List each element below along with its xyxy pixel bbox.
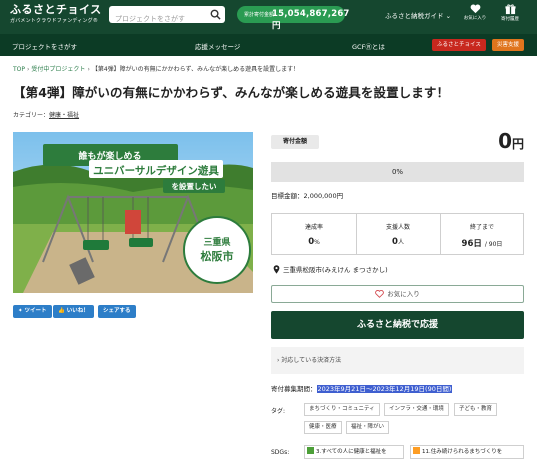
guide-link[interactable]: ふるさと納税ガイド ⌄ — [385, 10, 451, 20]
image-city: 松阪市 — [201, 249, 234, 263]
favorite-button[interactable]: お気に入り — [271, 285, 524, 303]
category-link[interactable]: 健康・福祉 — [49, 112, 79, 119]
stat-achievement: 達成率 0% — [304, 224, 323, 247]
image-caption-main: ユニバーサルデザイン遊具 — [93, 164, 219, 177]
tags-label: タグ: — [271, 408, 286, 415]
donation-amount: 0円 — [498, 129, 524, 153]
total-donation-badge: 累計寄付金額 15,054,867,267円 — [237, 6, 349, 31]
nav-item-messages[interactable]: 応援メッセージ — [195, 41, 240, 51]
sdg-item-11[interactable]: 11.住み続けられるまちづくりを — [410, 445, 524, 459]
history-link[interactable]: 寄付履歴 — [497, 4, 523, 22]
stat-remaining: 終了まで 96日 / 90日 — [461, 224, 503, 249]
heart-icon — [470, 4, 480, 14]
search-box — [109, 6, 225, 28]
category: カテゴリー：健康・福祉 — [13, 112, 80, 119]
nav-item-about-gcf[interactable]: GCFⓇとは — [352, 41, 385, 51]
sdg-item-3[interactable]: 3.すべての人に健康と福祉を — [304, 445, 404, 459]
breadcrumb-projects[interactable]: 受付中プロジェクト — [31, 66, 85, 73]
period-value: 2023年9月21日～2023年12月19日(90日間) — [316, 385, 453, 393]
tag-item[interactable]: インフラ・交通・環境 — [384, 403, 449, 416]
tweet-button[interactable]: ✦ ツイート — [13, 305, 52, 318]
nav-badge-choice[interactable]: ふるさとチョイス — [432, 39, 486, 51]
location-text: 三重県松阪市(みえけん まつさかし) — [283, 266, 388, 274]
tag-item[interactable]: まちづくり・コミュニティ — [304, 403, 380, 416]
share-button[interactable]: シェアする — [98, 305, 136, 318]
location: 三重県松阪市(みえけん まつさかし) — [273, 264, 388, 274]
logo-subtitle: ガバメントクラウドファンディング® — [10, 18, 99, 24]
progress-text: 0% — [391, 168, 404, 176]
bird-icon: ✦ — [18, 308, 23, 314]
breadcrumb-current: 【第4弾】障がいの有無にかかわらず、みんなが楽しめる遊具を設置します！ — [91, 66, 300, 73]
chevron-down-icon: ⌄ — [445, 12, 452, 20]
donation-period: 寄付募集期間：2023年9月21日～2023年12月19日(90日間) — [271, 385, 453, 393]
goal-amount: 目標金額：2,000,000円 — [271, 192, 344, 200]
gift-icon — [504, 4, 516, 15]
site-logo[interactable]: ふるさとチョイス ガバメントクラウドファンディング® — [10, 3, 102, 25]
page-title: 【第4弾】障がいの有無にかかわらず、みんなが楽しめる遊具を設置します！ — [13, 85, 450, 100]
logo-title: ふるさとチョイス — [10, 3, 102, 16]
donate-button[interactable]: ふるさと納税で応援 — [271, 311, 524, 339]
donation-label: 寄付金額 — [271, 135, 319, 149]
favorites-link[interactable]: お気に入り — [462, 4, 488, 21]
thumbs-up-icon: 👍 — [58, 308, 65, 314]
progress-bar: 0% — [271, 162, 524, 182]
search-input[interactable] — [109, 10, 204, 28]
nav-item-search-projects[interactable]: プロジェクトをさがす — [12, 41, 77, 51]
image-pref: 三重県 — [203, 236, 230, 248]
tag-item[interactable]: 子ども・教育 — [454, 403, 498, 416]
project-image: 誰もが楽しめる ユニバーサルデザイン遊具 を設置したい 三重県 松阪市 — [13, 132, 253, 293]
stat-supporters: 支援人数 0人 — [385, 224, 410, 247]
map-pin-icon — [273, 265, 280, 274]
payment-methods-toggle[interactable]: › 対応している決済方法 — [271, 347, 524, 374]
site-header: ふるさとチョイス ガバメントクラウドファンディング® 累計寄付金額 15,054… — [0, 0, 537, 34]
tag-item[interactable]: 福祉・障がい — [346, 421, 390, 434]
breadcrumb: TOP › 受付中プロジェクト › 【第4弾】障がいの有無にかかわらず、みんなが楽しめる… — [13, 66, 300, 73]
heart-outline-icon — [375, 290, 385, 298]
image-caption-sub: を設置したい — [172, 181, 217, 191]
nav-badge-disaster[interactable]: 災害支援 — [492, 39, 525, 51]
breadcrumb-top[interactable]: TOP — [13, 66, 25, 73]
total-amount: 15,054,867,267円 — [272, 9, 350, 31]
search-icon[interactable] — [210, 9, 221, 20]
main-nav: プロジェクトをさがす 応援メッセージ GCFⓇとは ふるさとチョイス 災害支援 — [0, 34, 537, 56]
like-button[interactable]: 👍 いいね！ — [53, 305, 94, 318]
playground-illustration: 誰もが楽しめる ユニバーサルデザイン遊具 を設置したい 三重県 松阪市 — [13, 132, 253, 293]
sdgs-label: SDGs: — [271, 449, 290, 456]
tag-item[interactable]: 健康・医療 — [304, 421, 342, 434]
total-label: 累計寄付金額 — [244, 12, 275, 18]
stats-box: 達成率 0% 支援人数 0人 終了まで 96日 / 90日 — [271, 213, 524, 255]
